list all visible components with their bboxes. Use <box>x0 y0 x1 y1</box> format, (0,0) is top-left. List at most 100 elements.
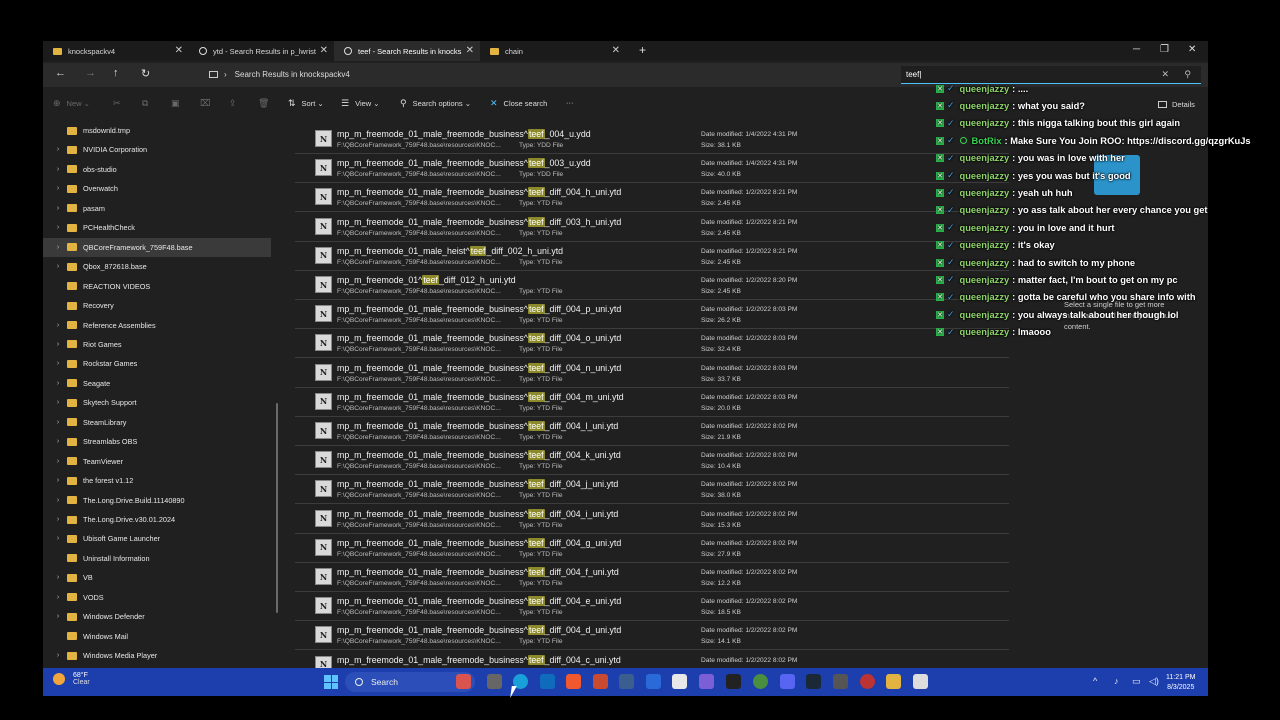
tab-ytd-search[interactable]: ytd - Search Results in p_lwrist ✕ <box>189 41 334 61</box>
search-icon[interactable]: ⚲ <box>1184 69 1191 80</box>
chevron-right-icon[interactable]: › <box>49 341 67 348</box>
more-button[interactable]: ··· <box>566 98 574 107</box>
volume-icon[interactable]: ◁) <box>1149 676 1159 687</box>
chevron-right-icon[interactable]: › <box>49 146 67 153</box>
outlook-icon[interactable] <box>540 674 555 689</box>
file-row[interactable]: Nmp_m_freemode_01_male_freemode_business… <box>295 592 1009 622</box>
file-row[interactable]: Nmp_m_freemode_01_male_freemode_business… <box>295 534 1009 563</box>
sidebar-item[interactable]: › Seagate <box>43 374 271 393</box>
sidebar-item[interactable]: › Overwatch <box>43 179 271 198</box>
paste-icon[interactable]: ▣ <box>171 98 186 109</box>
cut-icon[interactable]: ✂ <box>113 98 127 109</box>
sidebar-item[interactable]: › TeamViewer <box>43 452 271 471</box>
start-button[interactable] <box>324 675 338 689</box>
sidebar-item[interactable]: › Skytech Support <box>43 393 271 412</box>
chevron-right-icon[interactable]: › <box>49 574 67 581</box>
chevron-right-icon[interactable]: › <box>49 516 67 523</box>
file-row[interactable]: Nmp_m_freemode_01_male_heist^teef_diff_0… <box>295 242 1009 271</box>
delete-icon[interactable]: 🗑 <box>258 98 275 109</box>
sidebar-item[interactable]: › NVIDIA Corporation <box>43 140 271 159</box>
sidebar-item[interactable]: › obs-studio <box>43 160 271 179</box>
sidebar-item[interactable]: › VODS <box>43 588 271 607</box>
task-view-icon[interactable] <box>487 674 502 689</box>
tab-teef-search[interactable]: teef - Search Results in knocks ✕ <box>334 41 480 61</box>
view-button[interactable]: ☰ View ⌄ <box>341 98 380 109</box>
app-icon[interactable] <box>566 674 581 689</box>
copy-icon[interactable]: ⧉ <box>142 98 154 109</box>
melon-icon[interactable] <box>456 674 471 689</box>
sidebar-item[interactable]: › the forest v1.12 <box>43 471 271 490</box>
minimize-button[interactable]: ─ <box>1133 44 1140 55</box>
close-window-button[interactable]: ✕ <box>1188 44 1196 55</box>
chevron-right-icon[interactable]: › <box>49 535 67 542</box>
chevron-right-icon[interactable]: › <box>49 399 67 406</box>
sidebar-item[interactable]: › Streamlabs OBS <box>43 432 271 451</box>
sidebar-item[interactable]: › Ubisoft Game Launcher <box>43 529 271 548</box>
app-icon[interactable] <box>913 674 928 689</box>
file-row[interactable]: Nmp_m_freemode_01_male_freemode_business… <box>295 621 1009 651</box>
sidebar-item[interactable]: Uninstall Information <box>43 549 271 568</box>
sidebar-scrollbar[interactable] <box>276 403 278 613</box>
copilot-icon[interactable] <box>699 674 714 689</box>
settings-icon[interactable] <box>833 674 848 689</box>
search-options-button[interactable]: ⚲ Search options ⌄ <box>400 98 471 109</box>
chevron-up-icon[interactable]: ^ <box>1093 676 1097 686</box>
close-icon[interactable]: ✕ <box>612 45 620 56</box>
chevron-right-icon[interactable]: › <box>49 594 67 601</box>
chevron-right-icon[interactable]: › <box>49 185 67 192</box>
chevron-right-icon[interactable]: › <box>49 458 67 465</box>
new-tab-button[interactable]: + <box>639 43 646 57</box>
share-icon[interactable]: ⇪ <box>229 98 243 109</box>
file-row[interactable]: Nmp_m_freemode_01_male_freemode_business… <box>295 417 1009 446</box>
sidebar-item[interactable]: msdownld.tmp <box>43 121 271 140</box>
microphone-icon[interactable]: ♪ <box>1114 676 1119 686</box>
sidebar-item[interactable]: › pasam <box>43 199 271 218</box>
chevron-right-icon[interactable]: › <box>49 224 67 231</box>
store-icon[interactable] <box>593 674 608 689</box>
close-icon[interactable]: ✕ <box>175 45 183 56</box>
sidebar-item[interactable]: › Riot Games <box>43 335 271 354</box>
file-row[interactable]: Nmp_m_freemode_01_male_freemode_business… <box>295 183 1009 213</box>
chevron-right-icon[interactable]: › <box>49 263 67 270</box>
chevron-right-icon[interactable]: › <box>49 380 67 387</box>
up-button[interactable]: ↑ <box>113 67 119 79</box>
file-row[interactable]: Nmp_m_freemode_01_male_freemode_business… <box>295 125 1009 154</box>
new-button[interactable]: ⊕ New ⌄ <box>53 98 90 109</box>
sidebar-item[interactable]: › The.Long.Drive.Build.11140890 <box>43 491 271 510</box>
app-icon[interactable] <box>646 674 661 689</box>
sidebar-item[interactable]: › SteamLibrary <box>43 413 271 432</box>
file-row[interactable]: Nmp_m_freemode_01_male_freemode_business… <box>295 563 1009 592</box>
back-button[interactable]: ← <box>55 67 66 79</box>
chevron-right-icon[interactable]: › <box>49 477 67 484</box>
forward-button[interactable]: → <box>85 67 96 79</box>
sort-button[interactable]: ⇅ Sort ⌄ <box>288 98 324 109</box>
file-row[interactable]: Nmp_m_freemode_01_male_freemode_business… <box>295 475 1009 505</box>
chevron-right-icon[interactable]: › <box>49 613 67 620</box>
sidebar-item[interactable]: › Windows Media Player <box>43 646 271 665</box>
tab-chain[interactable]: chain ✕ <box>480 41 626 61</box>
maximize-button[interactable]: ❐ <box>1160 44 1169 55</box>
file-explorer-icon[interactable] <box>886 674 901 689</box>
network-icon[interactable]: ▭ <box>1132 676 1141 687</box>
close-icon[interactable]: ✕ <box>320 45 328 56</box>
sidebar-item[interactable]: Recovery <box>43 296 271 315</box>
rename-icon[interactable]: ⌧ <box>200 98 216 109</box>
chevron-right-icon[interactable]: › <box>49 652 67 659</box>
close-search-button[interactable]: ✕ Close search <box>490 98 547 109</box>
clock[interactable]: 11:21 PM 8/3/2025 <box>1166 673 1195 693</box>
file-row[interactable]: Nmp_m_freemode_01_male_freemode_business… <box>295 651 1009 668</box>
chevron-right-icon[interactable]: › <box>49 322 67 329</box>
file-row[interactable]: Nmp_m_freemode_01_male_freemode_business… <box>295 154 1009 184</box>
chevron-right-icon[interactable]: › <box>49 244 67 251</box>
chrome-icon[interactable] <box>753 674 768 689</box>
file-row[interactable]: Nmp_m_freemode_01_male_freemode_business… <box>295 213 1009 242</box>
file-row[interactable]: Nmp_m_freemode_01_male_freemode_business… <box>295 446 1009 476</box>
file-row[interactable]: Nmp_m_freemode_01_male_freemode_business… <box>295 329 1009 359</box>
breadcrumb[interactable]: › Search Results in knockspackv4 <box>209 70 350 79</box>
clear-search-icon[interactable]: ✕ <box>1161 69 1169 80</box>
chevron-right-icon[interactable]: › <box>49 419 67 426</box>
file-row[interactable]: Nmp_m_freemode_01^teef_diff_012_h_uni.yt… <box>295 271 1009 300</box>
chevron-right-icon[interactable]: › <box>49 166 67 173</box>
sidebar-item[interactable]: › The.Long.Drive.v30.01.2024 <box>43 510 271 529</box>
calendar-icon[interactable] <box>672 674 687 689</box>
